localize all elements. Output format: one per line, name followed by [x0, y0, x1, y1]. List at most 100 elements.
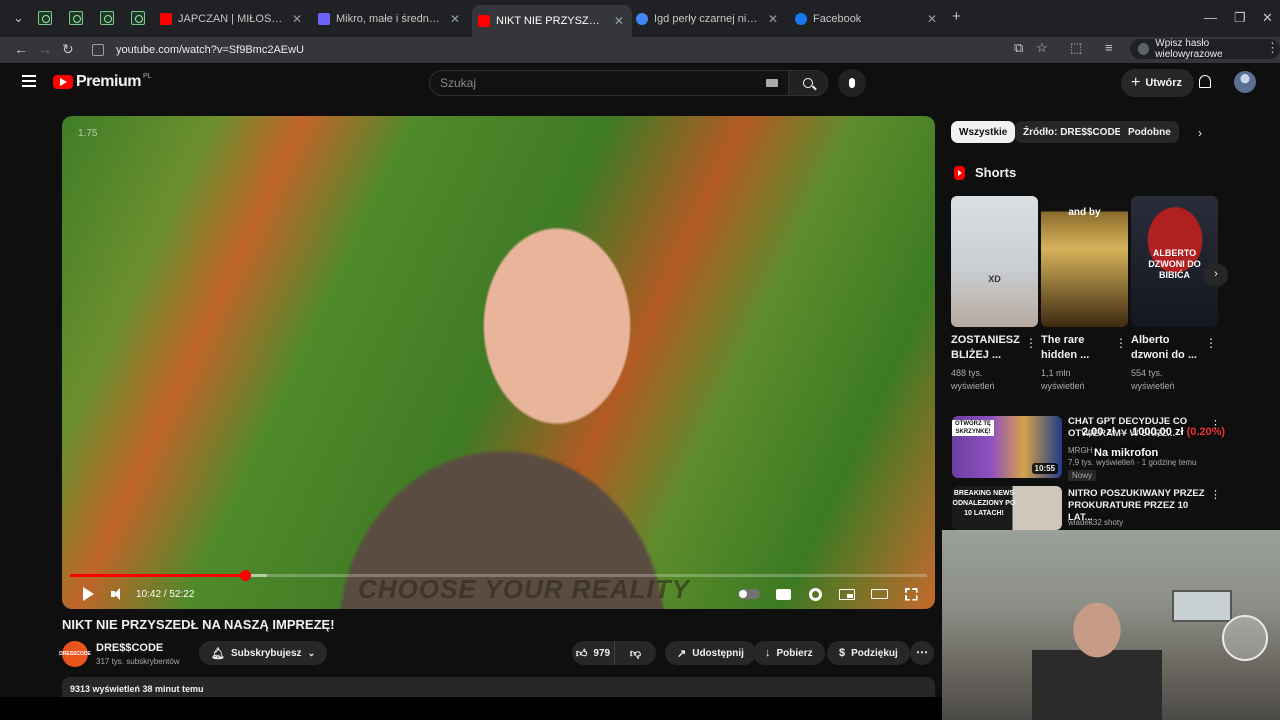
google-favicon-icon: [636, 13, 648, 25]
webcam-fan: [1222, 615, 1268, 661]
short-card[interactable]: XD ZOSTANIESZ BLIŻEJ ... 488 tys. wyświe…: [951, 196, 1038, 393]
search-button[interactable]: [788, 70, 828, 96]
bookmark-star-icon[interactable]: ☆: [1036, 40, 1048, 56]
browser-menu-icon[interactable]: ⋮: [1266, 40, 1279, 56]
short-menu-icon[interactable]: ⋮: [1025, 336, 1037, 350]
channel-avatar[interactable]: DRESSCODE: [59, 641, 91, 667]
browser-tab[interactable]: Igd perły czarnej nidy dofinansowanie ✕: [636, 6, 786, 32]
chip-related[interactable]: Podobne: [1120, 121, 1179, 143]
voice-search-button[interactable]: [838, 69, 866, 97]
short-menu-icon[interactable]: ⋮: [1205, 336, 1217, 350]
cast-icon[interactable]: ⧉: [1014, 40, 1023, 56]
recommended-video[interactable]: BREAKING NEWS ODNALEZIONY PO 10 LATACH! …: [952, 486, 1222, 530]
new-badge: Nowy: [1068, 470, 1097, 481]
fullscreen-button[interactable]: [900, 584, 922, 604]
url-text: youtube.com/watch?v=Sf9Bmc2AEwU: [116, 44, 305, 56]
channel-name[interactable]: DRE$$CODE: [96, 642, 163, 654]
site-favicon-icon: [318, 13, 330, 25]
close-window-icon[interactable]: ✕: [1262, 10, 1273, 26]
volume-icon: [111, 588, 125, 600]
stream-overlay-caption: Na mikrofon: [1094, 447, 1159, 459]
share-icon: ↗: [677, 647, 687, 660]
site-info-icon[interactable]: [92, 44, 104, 56]
more-actions-icon[interactable]: ⋯: [910, 641, 934, 665]
new-tab-icon[interactable]: +: [952, 8, 961, 25]
stream-donation-overlay: 2,00 zł → 1000,00 zł (0.20%): [1082, 426, 1226, 438]
thumbs-down-icon: 👎︎: [629, 647, 642, 660]
short-card[interactable]: ALBERTO DZWONI DO BIBIĆA Alberto dzwoni …: [1131, 196, 1218, 393]
browser-tab[interactable]: Facebook ✕: [795, 6, 945, 32]
pinned-tab-3[interactable]: [100, 11, 114, 25]
create-button[interactable]: + Utwórz: [1121, 69, 1195, 97]
hamburger-menu-icon[interactable]: [22, 75, 36, 87]
close-tab-icon[interactable]: ✕: [606, 14, 632, 28]
media-controls-icon[interactable]: ≡: [1105, 40, 1113, 55]
forward-icon[interactable]: →: [38, 41, 52, 57]
minimize-icon[interactable]: —: [1204, 10, 1217, 25]
miniplayer-icon: [839, 588, 855, 600]
youtube-play-logo-icon: [53, 75, 73, 89]
short-thumbnail: and by: [1041, 196, 1128, 327]
tab-search-icon[interactable]: ⌄: [13, 10, 24, 26]
extensions-icon[interactable]: ⬚: [1070, 40, 1082, 56]
browser-tab-active[interactable]: NIKT NIE PRZYSZEDŁ NA NASZĄ IMPREZĘ! ✕: [472, 5, 632, 37]
settings-button[interactable]: [804, 584, 826, 604]
video-watermark-text: CHOOSE YOUR REALITY: [358, 574, 691, 604]
webcam-window: [1172, 590, 1232, 622]
pinned-tab-1[interactable]: [38, 11, 52, 25]
browser-toolbar: ← → ↻ youtube.com/watch?v=Sf9Bmc2AEwU ⧉ …: [0, 37, 1280, 63]
subtitles-button[interactable]: [772, 584, 794, 604]
scrubber-handle[interactable]: [239, 570, 251, 581]
playback-speed-badge: 1.75: [78, 128, 98, 139]
back-icon[interactable]: ←: [14, 41, 28, 57]
chip-source-channel[interactable]: Źródło: DRE$$CODE: [1015, 121, 1130, 143]
play-button[interactable]: [78, 584, 98, 604]
pinned-tab-4[interactable]: [131, 11, 145, 25]
gear-icon: [808, 587, 822, 601]
short-menu-icon[interactable]: ⋮: [1115, 336, 1127, 350]
search-input[interactable]: [440, 76, 760, 90]
autoplay-toggle[interactable]: [736, 584, 762, 604]
played-bar: [70, 574, 245, 577]
shorts-next-chevron-icon[interactable]: ›: [1204, 263, 1228, 287]
super-thanks-icon: $: [839, 647, 846, 659]
close-tab-icon[interactable]: ✕: [284, 12, 310, 26]
like-button[interactable]: 👍︎ 979: [572, 641, 614, 665]
theater-mode-button[interactable]: [868, 584, 890, 604]
video-thumbnail: BREAKING NEWS ODNALEZIONY PO 10 LATACH!: [952, 486, 1062, 530]
notifications-bell-icon[interactable]: [1199, 75, 1211, 88]
keyboard-icon[interactable]: [766, 79, 778, 87]
address-bar[interactable]: youtube.com/watch?v=Sf9Bmc2AEwU: [84, 39, 1084, 61]
miniplayer-button[interactable]: [836, 584, 858, 604]
subtitles-icon: [775, 588, 791, 600]
fullscreen-icon: [904, 587, 918, 601]
webcam-person: [1032, 590, 1162, 720]
description-box[interactable]: 9313 wyświetleń 38 minut temu: [62, 677, 935, 697]
youtube-premium-logo[interactable]: Premium PL: [53, 73, 152, 91]
chip-all[interactable]: Wszystkie: [951, 121, 1016, 143]
browser-tab[interactable]: JAPCZAN | MIŁOŚĆ Z INTERNETU ✕: [160, 6, 310, 32]
close-tab-icon[interactable]: ✕: [919, 12, 945, 26]
time-display: 10:42 / 52:22: [136, 588, 195, 600]
thanks-button[interactable]: $ Podziękuj: [827, 641, 910, 665]
account-avatar[interactable]: [1234, 71, 1256, 93]
share-button[interactable]: ↗ Udostępnij: [665, 641, 756, 665]
password-prompt-button[interactable]: Wpisz hasło wielowyrazowe: [1130, 38, 1280, 60]
dislike-button[interactable]: 👎︎: [614, 641, 656, 665]
subscribe-button[interactable]: 🔔︎ Subskrybujesz ⌄: [199, 641, 328, 665]
video-player[interactable]: 1.75 CHOOSE YOUR REALITY 10:42 / 52:22: [62, 116, 935, 609]
maximize-icon[interactable]: ❐: [1234, 10, 1246, 26]
download-button[interactable]: ↓ Pobierz: [753, 641, 825, 665]
pinned-tab-2[interactable]: [69, 11, 83, 25]
chips-next-chevron-icon[interactable]: ›: [1198, 126, 1202, 140]
chevron-down-icon: ⌄: [307, 647, 316, 658]
mute-button[interactable]: [108, 584, 128, 604]
shorts-heading: Shorts: [954, 165, 1016, 180]
close-tab-icon[interactable]: ✕: [760, 12, 786, 26]
reload-icon[interactable]: ↻: [62, 41, 74, 58]
browser-tab[interactable]: Mikro, małe i średnie przedsiębiorstwa ✕: [318, 6, 468, 32]
progress-bar[interactable]: [70, 570, 927, 581]
close-tab-icon[interactable]: ✕: [442, 12, 468, 26]
video-menu-icon[interactable]: ⋮: [1210, 488, 1221, 501]
short-card[interactable]: and by The rare hidden ... 1,1 mln wyświ…: [1041, 196, 1128, 393]
